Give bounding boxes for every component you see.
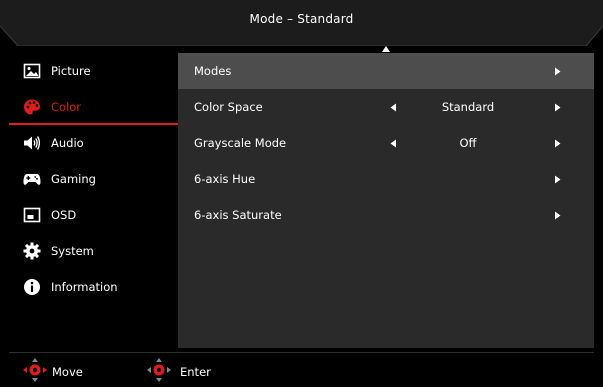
settings-panel: Modes Color Space Standard Grayscale Mod… xyxy=(178,53,594,348)
joystick-enter-icon xyxy=(147,358,171,382)
footer-hints: Move Enter xyxy=(0,355,603,387)
row-value: Off xyxy=(459,136,477,150)
menu-row-grayscale-mode[interactable]: Grayscale Mode Off xyxy=(178,125,594,161)
row-label: 6-axis Saturate xyxy=(194,208,282,222)
scroll-up-icon xyxy=(382,46,390,52)
sidebar-item-audio[interactable]: Audio xyxy=(9,125,178,161)
sidebar-item-label: Audio xyxy=(51,136,84,150)
enter-hint-label: Enter xyxy=(180,365,211,379)
joystick-move-icon xyxy=(23,358,47,382)
osd-icon xyxy=(23,207,41,223)
row-label: Modes xyxy=(194,64,232,78)
row-label: Grayscale Mode xyxy=(194,136,287,150)
sidebar-item-label: Color xyxy=(51,100,82,114)
info-icon xyxy=(24,279,40,295)
palette-icon xyxy=(24,99,40,115)
sidebar-item-label: System xyxy=(51,244,94,258)
menu-row-modes[interactable]: Modes xyxy=(178,53,594,89)
gamepad-icon xyxy=(23,174,41,185)
chevron-right-icon xyxy=(555,67,561,76)
row-value: Standard xyxy=(441,100,495,114)
chevron-left-icon[interactable] xyxy=(390,103,397,112)
sidebar: Picture Color Audio Gaming OSD System In… xyxy=(9,53,178,348)
sidebar-item-osd[interactable]: OSD xyxy=(9,197,178,233)
sidebar-item-gaming[interactable]: Gaming xyxy=(9,161,178,197)
row-label: 6-axis Hue xyxy=(194,172,256,186)
sidebar-item-label: OSD xyxy=(51,208,77,222)
footer-divider xyxy=(9,352,594,353)
chevron-right-icon xyxy=(555,211,561,220)
chevron-right-icon[interactable] xyxy=(554,103,561,112)
chevron-right-icon[interactable] xyxy=(554,139,561,148)
sidebar-item-system[interactable]: System xyxy=(9,233,178,269)
chevron-right-icon xyxy=(555,175,561,184)
speaker-icon xyxy=(24,136,41,150)
row-label: Color Space xyxy=(194,100,263,114)
osd-menu: Mode – Standard Picture Color Audio Gami… xyxy=(0,0,603,387)
page-title: Mode – Standard xyxy=(249,12,354,26)
sidebar-item-label: Gaming xyxy=(51,172,96,186)
sidebar-item-information[interactable]: Information xyxy=(9,269,178,305)
header-bar: Mode – Standard xyxy=(0,0,603,46)
gear-icon xyxy=(23,242,41,260)
menu-row-color-space[interactable]: Color Space Standard xyxy=(178,89,594,125)
picture-icon xyxy=(23,63,41,79)
menu-row-6-axis-hue[interactable]: 6-axis Hue xyxy=(178,161,594,197)
chevron-left-icon[interactable] xyxy=(390,139,397,148)
sidebar-item-picture[interactable]: Picture xyxy=(9,53,178,89)
sidebar-item-label: Information xyxy=(51,280,118,294)
sidebar-item-label: Picture xyxy=(51,64,91,78)
sidebar-item-color[interactable]: Color xyxy=(9,89,178,125)
move-hint-label: Move xyxy=(52,365,83,379)
menu-row-6-axis-saturate[interactable]: 6-axis Saturate xyxy=(178,197,594,233)
